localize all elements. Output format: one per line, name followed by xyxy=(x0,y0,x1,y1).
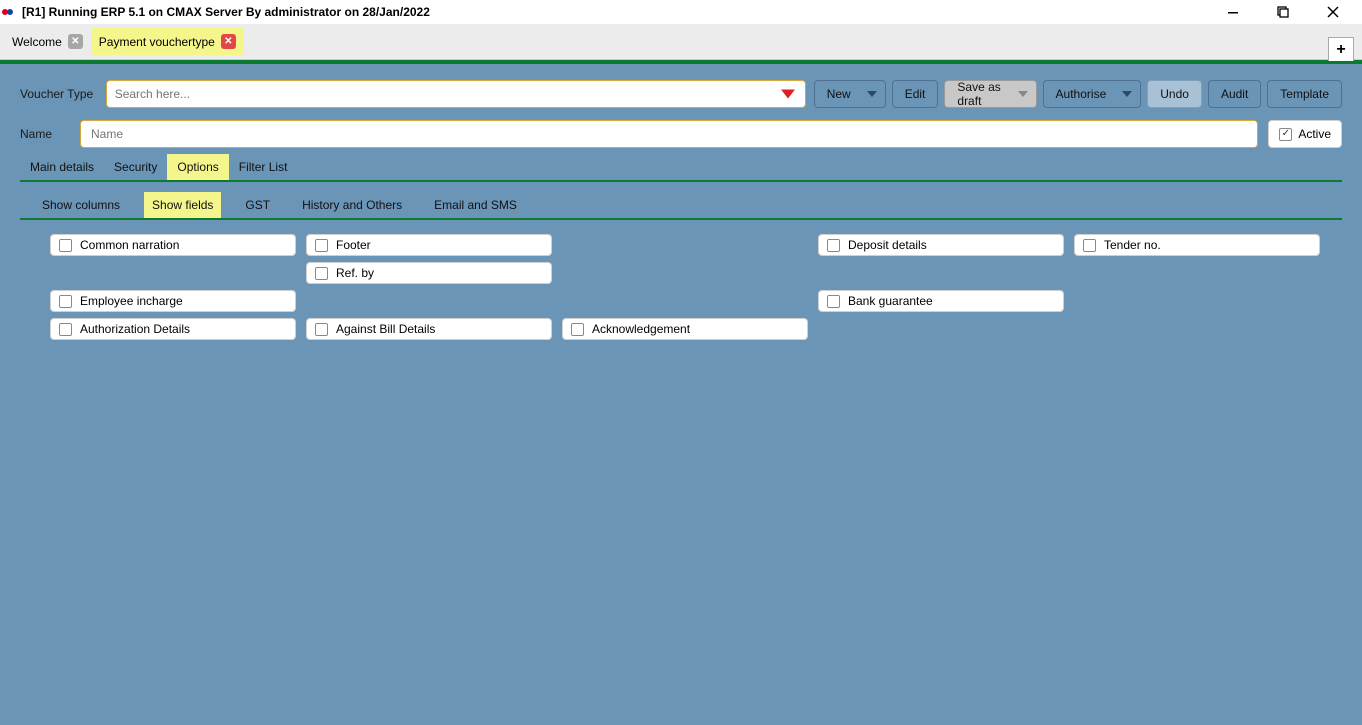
empty-cell xyxy=(1074,262,1320,284)
field-ref-by[interactable]: Ref. by xyxy=(306,262,552,284)
chevron-down-icon xyxy=(1122,91,1132,97)
field-deposit-details[interactable]: Deposit details xyxy=(818,234,1064,256)
action-buttons: New Edit Save as draft Authorise Undo Au… xyxy=(814,80,1342,108)
field-acknowledgement[interactable]: Acknowledgement xyxy=(562,318,808,340)
window-titlebar: [R1] Running ERP 5.1 on CMAX Server By a… xyxy=(0,0,1362,24)
voucher-type-row: Voucher Type New Edit Save as draft Auth… xyxy=(20,80,1342,108)
checkbox-icon[interactable] xyxy=(571,323,584,336)
field-employee-incharge[interactable]: Employee incharge xyxy=(50,290,296,312)
app-logo-icon xyxy=(2,5,16,19)
checkbox-icon[interactable] xyxy=(315,323,328,336)
tab-show-fields[interactable]: Show fields xyxy=(144,192,221,218)
button-label: Undo xyxy=(1160,87,1189,101)
audit-button[interactable]: Audit xyxy=(1208,80,1261,108)
field-label: Against Bill Details xyxy=(336,322,435,336)
empty-cell xyxy=(562,290,808,312)
name-label: Name xyxy=(20,127,80,141)
checkbox-icon[interactable] xyxy=(827,295,840,308)
button-label: Template xyxy=(1280,87,1329,101)
edit-button[interactable]: Edit xyxy=(892,80,939,108)
checkbox-icon[interactable] xyxy=(1083,239,1096,252)
document-tabbar: Welcome ✕ Payment vouchertype ✕ + xyxy=(0,24,1362,60)
name-row: Name Active xyxy=(20,120,1342,148)
empty-cell xyxy=(50,262,296,284)
template-button[interactable]: Template xyxy=(1267,80,1342,108)
minimize-button[interactable] xyxy=(1218,1,1248,23)
field-authorization-details[interactable]: Authorization Details xyxy=(50,318,296,340)
undo-button[interactable]: Undo xyxy=(1147,80,1202,108)
checkbox-icon[interactable] xyxy=(315,267,328,280)
field-label: Bank guarantee xyxy=(848,294,933,308)
voucher-type-label: Voucher Type xyxy=(20,87,106,101)
tab-history[interactable]: History and Others xyxy=(294,192,410,218)
empty-cell xyxy=(818,318,1064,340)
name-input[interactable] xyxy=(80,120,1258,148)
empty-cell xyxy=(818,262,1064,284)
field-footer[interactable]: Footer xyxy=(306,234,552,256)
field-label: Authorization Details xyxy=(80,322,190,336)
search-input[interactable] xyxy=(115,87,797,101)
empty-cell xyxy=(306,290,552,312)
checkbox-icon[interactable] xyxy=(59,295,72,308)
close-button[interactable] xyxy=(1318,1,1348,23)
checkbox-icon[interactable] xyxy=(59,239,72,252)
empty-cell xyxy=(1074,290,1320,312)
tab-options[interactable]: Options xyxy=(167,154,228,180)
checkbox-icon[interactable] xyxy=(827,239,840,252)
field-label: Employee incharge xyxy=(80,294,183,308)
checkbox-icon[interactable] xyxy=(315,239,328,252)
tab-security[interactable]: Security xyxy=(104,154,167,180)
empty-cell xyxy=(562,262,808,284)
button-label: Authorise xyxy=(1056,87,1107,101)
button-label: Save as draft xyxy=(957,80,1001,108)
checkbox-icon[interactable] xyxy=(59,323,72,336)
options-subtabs: Show columns Show fields GST History and… xyxy=(20,192,1342,220)
window-title: [R1] Running ERP 5.1 on CMAX Server By a… xyxy=(22,5,1218,19)
button-label: Audit xyxy=(1221,87,1248,101)
new-button[interactable]: New xyxy=(814,80,886,108)
voucher-type-search[interactable] xyxy=(106,80,806,108)
tab-email-sms[interactable]: Email and SMS xyxy=(426,192,525,218)
field-label: Ref. by xyxy=(336,266,374,280)
authorise-button[interactable]: Authorise xyxy=(1043,80,1142,108)
close-icon[interactable]: ✕ xyxy=(221,34,236,49)
window-controls xyxy=(1218,1,1360,23)
maximize-button[interactable] xyxy=(1268,1,1298,23)
field-against-bill[interactable]: Against Bill Details xyxy=(306,318,552,340)
dropdown-icon[interactable] xyxy=(781,90,795,99)
button-label: New xyxy=(827,87,851,101)
checkbox-icon[interactable] xyxy=(1279,128,1292,141)
tab-main-details[interactable]: Main details xyxy=(20,154,104,180)
field-tender-no[interactable]: Tender no. xyxy=(1074,234,1320,256)
field-label: Tender no. xyxy=(1104,238,1161,252)
chevron-down-icon xyxy=(867,91,877,97)
chevron-down-icon xyxy=(1018,91,1028,97)
main-subtabs: Main details Security Options Filter Lis… xyxy=(20,154,1342,182)
field-label: Acknowledgement xyxy=(592,322,690,336)
tab-filter-list[interactable]: Filter List xyxy=(229,154,298,180)
field-common-narration[interactable]: Common narration xyxy=(50,234,296,256)
tab-payment-vouchertype[interactable]: Payment vouchertype ✕ xyxy=(91,28,244,55)
active-checkbox-container[interactable]: Active xyxy=(1268,120,1342,148)
tab-welcome[interactable]: Welcome ✕ xyxy=(4,28,91,55)
new-tab-button[interactable]: + xyxy=(1328,37,1354,61)
close-icon[interactable]: ✕ xyxy=(68,34,83,49)
tab-label: Welcome xyxy=(12,35,62,49)
tab-show-columns[interactable]: Show columns xyxy=(34,192,128,218)
field-label: Deposit details xyxy=(848,238,927,252)
field-label: Common narration xyxy=(80,238,179,252)
empty-cell xyxy=(1074,318,1320,340)
workspace: Voucher Type New Edit Save as draft Auth… xyxy=(0,64,1362,725)
empty-cell xyxy=(562,234,808,256)
field-label: Footer xyxy=(336,238,371,252)
tab-gst[interactable]: GST xyxy=(237,192,278,218)
button-label: Edit xyxy=(905,87,926,101)
field-bank-guarantee[interactable]: Bank guarantee xyxy=(818,290,1064,312)
active-label: Active xyxy=(1298,127,1331,141)
show-fields-grid: Common narration Footer Deposit details … xyxy=(50,234,1342,340)
save-draft-button[interactable]: Save as draft xyxy=(944,80,1036,108)
tab-label: Payment vouchertype xyxy=(99,35,215,49)
